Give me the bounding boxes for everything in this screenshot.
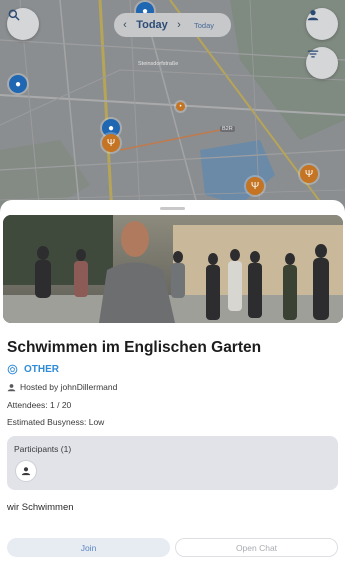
event-category: OTHER — [7, 364, 59, 375]
date-secondary-label: Today — [194, 20, 215, 30]
search-button[interactable] — [7, 8, 39, 40]
person-icon — [7, 383, 16, 391]
restaurant-icon[interactable]: Ψ — [102, 134, 120, 152]
map-street-label: Steinsdorfstraße — [138, 61, 179, 67]
event-description: wir Schwimmen — [7, 502, 74, 513]
date-label[interactable]: Today — [136, 19, 168, 31]
restaurant-icon[interactable]: Ψ — [300, 165, 318, 183]
attendees-count: Attendees: 1 / 20 — [7, 400, 72, 410]
previous-day-button[interactable]: ‹ — [114, 19, 136, 31]
host-text: Hosted by johnDillermand — [20, 382, 118, 392]
restaurant-icon[interactable]: • — [176, 102, 185, 111]
event-detail-sheet: Schwimmen im Englischen Garten OTHER Hos… — [0, 200, 345, 573]
event-photo-illustration — [3, 215, 343, 323]
category-ball-icon — [7, 364, 18, 375]
busyness-estimate: Estimated Busyness: Low — [7, 417, 105, 427]
event-image — [3, 215, 343, 323]
search-icon — [8, 9, 20, 21]
participant-avatar[interactable] — [15, 460, 37, 482]
participants-title: Participants (1) — [14, 444, 72, 454]
category-label: OTHER — [24, 364, 59, 375]
water-drop-icon[interactable]: ● — [9, 75, 27, 93]
sheet-drag-handle[interactable] — [160, 207, 185, 210]
join-button[interactable]: Join — [7, 538, 170, 557]
person-icon — [307, 10, 319, 21]
participants-card: Participants (1) — [7, 436, 338, 490]
restaurant-icon[interactable]: Ψ — [246, 177, 264, 195]
profile-button[interactable] — [306, 8, 338, 40]
filter-icon — [307, 50, 319, 58]
host-row: Hosted by johnDillermand — [7, 382, 117, 392]
event-title: Schwimmen im Englischen Garten — [7, 339, 262, 356]
next-day-button[interactable]: › — [168, 19, 190, 31]
filter-button[interactable] — [306, 47, 338, 79]
date-selector: ‹ Today › Today — [114, 13, 231, 37]
map-view[interactable]: Steinsdorfstraße B2R ● ● ● Ψ Ψ Ψ • ‹ Tod… — [0, 0, 345, 215]
map-road-badge: B2R — [220, 126, 235, 132]
open-chat-button[interactable]: Open Chat — [175, 538, 338, 557]
person-icon — [21, 467, 31, 476]
